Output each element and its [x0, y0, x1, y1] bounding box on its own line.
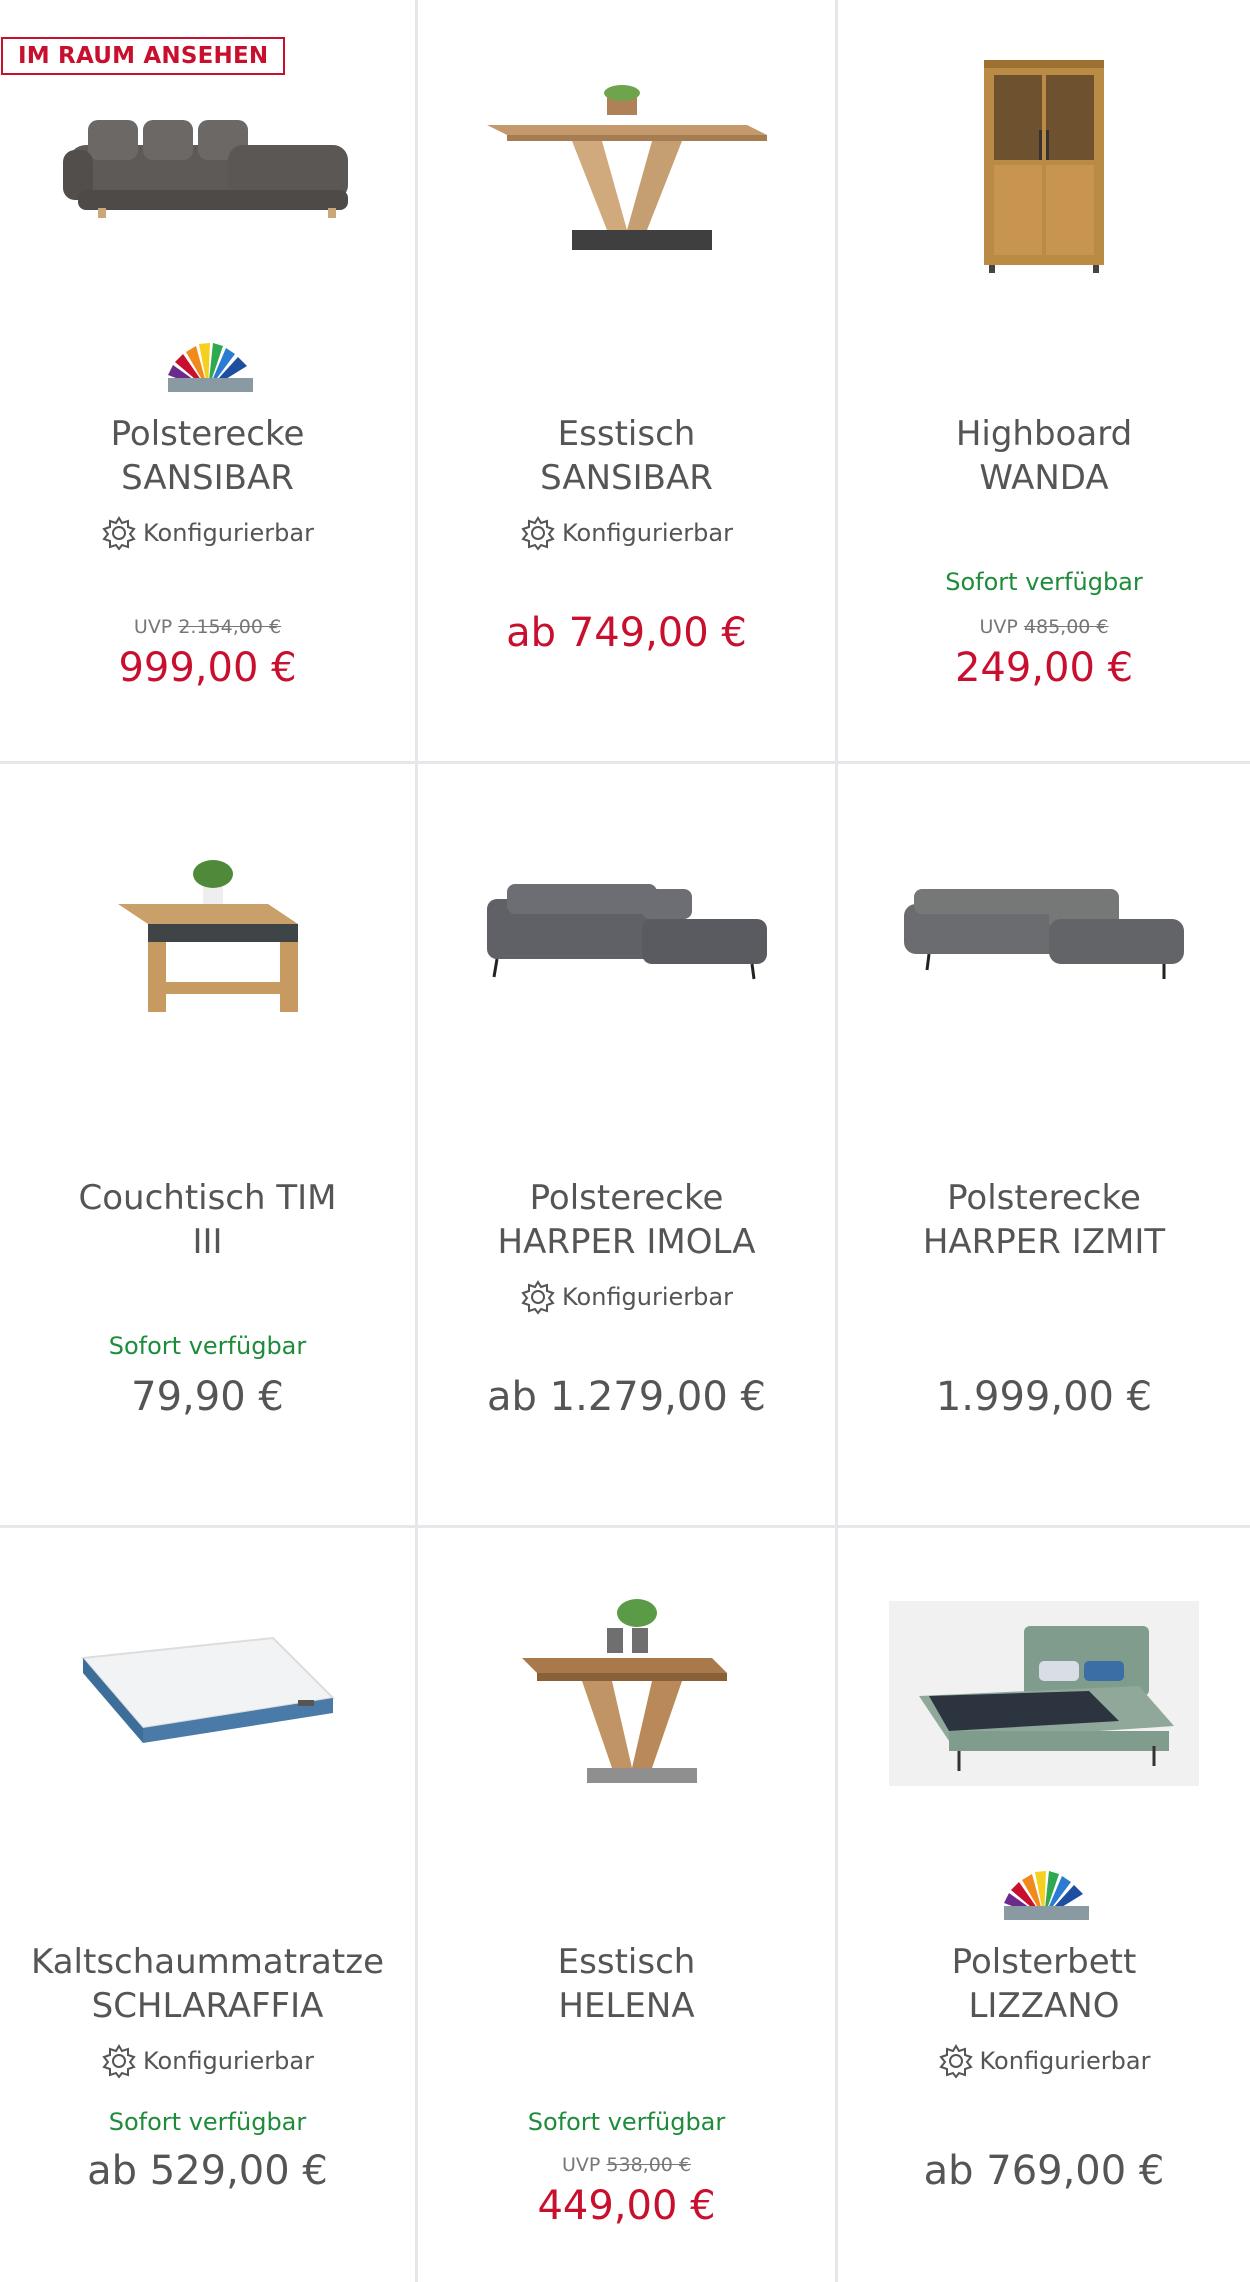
- uvp-price: UVP 2.154,00 €: [133, 616, 282, 638]
- gear-icon: [102, 2044, 136, 2079]
- product-title[interactable]: Polsterbett LIZZANO: [848, 1940, 1240, 2028]
- product-price: 449,00 €: [537, 2183, 716, 2229]
- product-price: 999,00 €: [118, 645, 297, 691]
- product-title-line2: SCHLARAFFIA: [91, 1986, 324, 2026]
- product-card[interactable]: Esstisch HELENA Sofort verfügbar UVP 538…: [418, 1528, 838, 2282]
- product-image[interactable]: [418, 1548, 835, 1838]
- product-price: ab 1.279,00 €: [487, 1374, 766, 1420]
- product-card[interactable]: Couchtisch TIM III Sofort verfügbar 79,9…: [0, 764, 418, 1528]
- product-image[interactable]: [418, 784, 835, 1074]
- mattress-icon: [80, 1636, 335, 1743]
- configurable-label: Konfigurierbar: [0, 515, 415, 551]
- gear-icon: [938, 2044, 973, 2079]
- product-title[interactable]: Esstisch HELENA: [428, 1940, 825, 2028]
- product-title-line1: Esstisch: [557, 414, 696, 454]
- product-title[interactable]: Polsterecke HARPER IMOLA: [428, 1176, 825, 1264]
- product-title-line1: Highboard: [955, 414, 1133, 454]
- coffee-table-icon: [117, 860, 298, 1012]
- availability-status: Sofort verfügbar: [945, 568, 1143, 596]
- product-price: ab 769,00 €: [923, 2148, 1165, 2194]
- product-image[interactable]: [418, 20, 835, 310]
- product-card[interactable]: Polsterbett LIZZANO Konfigurierbar ab 76…: [838, 1528, 1250, 2282]
- gear-icon: [521, 1280, 555, 1315]
- product-price: 1.999,00 €: [935, 1374, 1153, 1420]
- upholstered-bed-icon: [889, 1600, 1199, 1786]
- product-title-line1: Kaltschaummatratze: [31, 1942, 384, 1982]
- product-title-line2: HARPER IMOLA: [497, 1222, 756, 1262]
- uvp-price: UVP 538,00 €: [561, 2154, 692, 2176]
- product-card[interactable]: Kaltschaummatratze SCHLARAFFIA Konfiguri…: [0, 1528, 418, 2282]
- product-image[interactable]: [0, 1548, 415, 1838]
- product-title-line1: Polsterecke: [110, 414, 305, 454]
- product-image[interactable]: [838, 1548, 1250, 1838]
- product-title-line2: HARPER IZMIT: [922, 1222, 1166, 1262]
- uvp-price: UVP 485,00 €: [979, 616, 1109, 638]
- product-title-line2: HELENA: [558, 1986, 695, 2026]
- product-title-line1: Polsterecke: [947, 1178, 1141, 1218]
- product-card[interactable]: Polsterecke HARPER IZMIT 1.999,00 €: [838, 764, 1250, 1528]
- corner-sofa-icon: [486, 884, 767, 980]
- product-price: ab 749,00 €: [506, 610, 747, 656]
- gear-icon: [102, 516, 136, 551]
- configurable-label: Konfigurierbar: [418, 515, 835, 551]
- product-image[interactable]: [838, 784, 1250, 1074]
- product-title-line1: Esstisch: [557, 1942, 696, 1982]
- availability-status: Sofort verfügbar: [108, 2108, 307, 2136]
- product-title[interactable]: Polsterecke HARPER IZMIT: [848, 1176, 1240, 1264]
- color-options-icon: [999, 1868, 1089, 1927]
- product-grid: IM RAUM ANSEHEN Polsterecke SANSIBAR Kon…: [0, 0, 1250, 2282]
- product-card[interactable]: Polsterecke HARPER IMOLA Konfigurierbar …: [418, 764, 838, 1528]
- product-card[interactable]: IM RAUM ANSEHEN Polsterecke SANSIBAR Kon…: [0, 0, 418, 764]
- product-title-line2: SANSIBAR: [540, 458, 713, 498]
- product-title-line1: Polsterecke: [529, 1178, 724, 1218]
- product-title-line2: WANDA: [979, 458, 1109, 498]
- dining-table-icon: [486, 85, 767, 250]
- availability-status: Sofort verfügbar: [527, 2108, 726, 2136]
- product-title-line2: SANSIBAR: [121, 458, 294, 498]
- product-price: 79,90 €: [131, 1374, 284, 1420]
- dining-table-icon: [521, 1599, 727, 1783]
- product-image[interactable]: [0, 20, 415, 310]
- product-title[interactable]: Esstisch SANSIBAR: [428, 412, 825, 500]
- product-title[interactable]: Highboard WANDA: [848, 412, 1240, 500]
- product-image[interactable]: [0, 784, 415, 1074]
- product-title-line1: Couchtisch TIM: [78, 1178, 337, 1218]
- gear-icon: [521, 516, 555, 551]
- color-options-icon: [163, 340, 253, 399]
- configurable-label: Konfigurierbar: [418, 1279, 835, 1315]
- product-card[interactable]: Esstisch SANSIBAR Konfigurierbar ab 749,…: [418, 0, 838, 764]
- configurable-label: Konfigurierbar: [838, 2043, 1250, 2079]
- availability-status: Sofort verfügbar: [108, 1332, 307, 1360]
- product-title[interactable]: Kaltschaummatratze SCHLARAFFIA: [10, 1940, 405, 2028]
- highboard-icon: [984, 60, 1104, 273]
- product-title[interactable]: Couchtisch TIM III: [10, 1176, 405, 1264]
- configurable-label: Konfigurierbar: [0, 2043, 415, 2079]
- product-title-line2: III: [192, 1222, 223, 1262]
- product-title[interactable]: Polsterecke SANSIBAR: [10, 412, 405, 500]
- product-card[interactable]: Highboard WANDA Sofort verfügbar UVP 485…: [838, 0, 1250, 764]
- product-price: ab 529,00 €: [87, 2148, 328, 2194]
- product-price: 249,00 €: [954, 645, 1134, 691]
- product-title-line2: LIZZANO: [968, 1986, 1120, 2026]
- product-title-line1: Polsterbett: [951, 1942, 1137, 1982]
- corner-sofa-icon: [62, 120, 348, 218]
- product-image[interactable]: [838, 20, 1250, 310]
- corner-sofa-icon: [904, 889, 1184, 979]
